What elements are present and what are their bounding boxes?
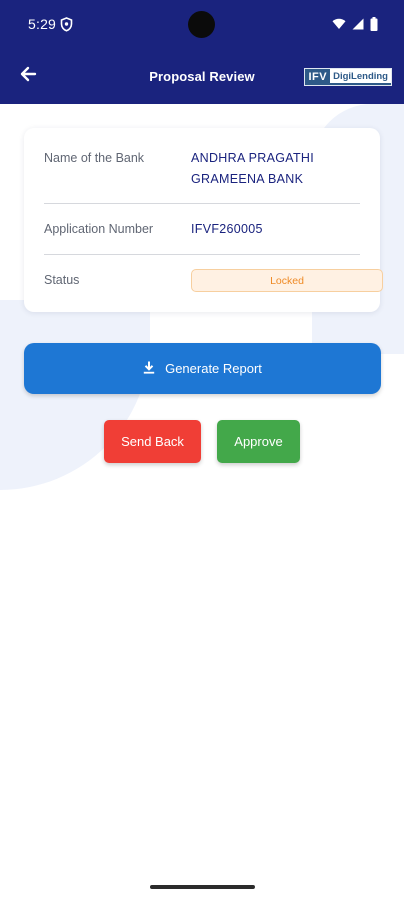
status-row: Status Locked: [44, 269, 383, 293]
bank-value: ANDHRA PRAGATHI GRAMEENA BANK: [191, 148, 314, 190]
divider: [44, 254, 360, 255]
application-number-value: IFVF260005: [191, 222, 263, 236]
camera-cutout: [188, 11, 215, 38]
bank-value-line1: ANDHRA PRAGATHI: [191, 151, 315, 165]
bank-label: Name of the Bank: [44, 151, 145, 165]
home-indicator[interactable]: [150, 885, 255, 889]
status-bar: 5:29: [0, 0, 404, 50]
status-label: Status: [44, 273, 80, 287]
signal-icon: [352, 18, 364, 30]
divider: [44, 203, 360, 204]
app-bar: Proposal Review IFV DigiLending: [0, 52, 404, 104]
bank-row: Name of the Bank ANDHRA PRAGATHI GRAMEEN…: [44, 148, 360, 190]
header: 5:29 Proposal Review IFV DigiLending: [0, 0, 404, 104]
app-logo: IFV DigiLending: [304, 68, 392, 86]
logo-text-ifv: IFV: [305, 69, 331, 85]
generate-report-button[interactable]: Generate Report: [24, 343, 381, 394]
status-time: 5:29: [28, 16, 57, 32]
status-badge: Locked: [191, 269, 383, 292]
bank-value-line2: GRAMEENA BANK: [191, 172, 304, 186]
battery-icon: [370, 17, 378, 31]
download-icon: [143, 361, 155, 377]
proposal-details-card: Name of the Bank ANDHRA PRAGATHI GRAMEEN…: [24, 128, 383, 312]
send-back-button[interactable]: Send Back: [104, 420, 201, 463]
application-label: Application Number: [44, 222, 154, 236]
approve-button[interactable]: Approve: [217, 420, 300, 463]
logo-text-digilending: DigiLending: [330, 69, 391, 85]
application-row: Application Number IFVF260005: [44, 219, 360, 241]
system-icons: [332, 17, 378, 31]
shield-icon: [60, 17, 74, 33]
generate-report-label: Generate Report: [165, 361, 262, 376]
app-screen: 5:29 Proposal Review IFV DigiLending Nam…: [0, 0, 404, 900]
wifi-icon: [332, 18, 346, 30]
